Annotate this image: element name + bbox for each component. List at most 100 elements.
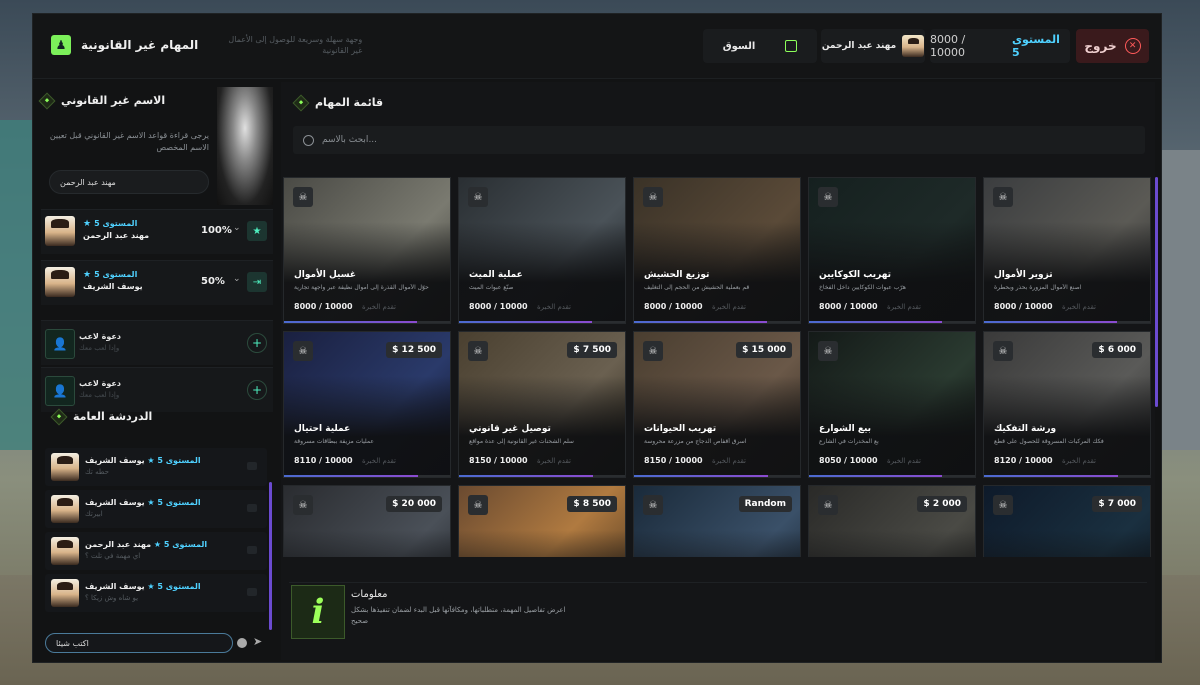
mission-shade [984,529,1150,557]
star-icon: ★ [147,498,155,507]
missions-title-text: قائمة المهام [315,96,384,109]
mission-card[interactable]: ☠ $ 7 500 توصيل غير قانوني سلّم الشحنات غير… [458,331,626,478]
info-icon: i [291,585,345,639]
member-row: ★ المستوى 5 يوسف الشريف 50% ⌄ ⇥ [41,260,273,305]
mission-card[interactable]: ☠ $ 15 000 تهريب الحيوانات اسرق أقفاص الدجا… [633,331,801,478]
illegal-name-input[interactable]: مهند عبد الرحمن [49,170,209,194]
mission-card[interactable]: ☠ تهريب الكوكايين هرّب عبوات الكوكايين داخ… [808,177,976,324]
mission-description: حوّل الأموال القذرة إلى أموال نظيفة عبر … [294,284,429,291]
skull-icon: ☠ [818,495,838,515]
skull-icon: ☠ [993,187,1013,207]
chat-level: المستوى 5 [157,582,201,591]
skull-icon: ☠ [643,495,663,515]
mission-card[interactable]: ☠ توزيع الحشيش قم بعملية الحشيش من الحجم إ… [633,177,801,324]
mission-card[interactable]: ☠ $ 20 000 [283,485,451,557]
user-plus-icon: 👤 [45,376,75,406]
mission-description: فكك المركبات المسروقة للحصول على قطع [994,438,1104,445]
chevron-down-icon[interactable]: ⌄ [233,223,241,233]
brand: ♟ المهام غير القانونية وجهة سهلة وسريعة … [51,34,362,56]
mission-xp: 8000 / 10000 [294,302,353,311]
chat-menu-icon[interactable] [247,546,257,554]
mission-xp-label: تقدم الخبرة [362,303,396,311]
godfather-portrait [217,87,273,205]
mission-progress-fill [809,475,942,477]
mission-xp: 8000 / 10000 [469,302,528,311]
exit-label: خروج [1084,39,1117,53]
exit-button[interactable]: ✕ خروج [1076,29,1149,63]
mission-card[interactable]: ☠ تزوير الأموال اصنع الأموال المزورة بحذر … [983,177,1151,324]
mission-progress-bar [984,321,1150,323]
mission-xp: 8000 / 10000 [644,302,703,311]
illegal-name-title: الاسم غير القانوني [38,92,206,109]
chat-menu-icon[interactable] [247,462,257,470]
mission-card[interactable]: ☠ عملية الميث صنّع عبوات الميث 8000 / 10000… [458,177,626,324]
chat-message: المستوى 5 ★ يوسف الشريف يو شاه وش زيكا ؟ [45,574,267,612]
chat-menu-icon[interactable] [247,588,257,596]
kick-member-button[interactable]: ⇥ [247,272,267,292]
mission-price: $ 7 500 [567,342,617,358]
background-right [1160,150,1200,450]
mission-price: $ 7 000 [1092,496,1142,512]
mission-xp-label: تقدم الخبرة [1062,303,1096,311]
mission-card[interactable]: ☠ $ 8 500 [458,485,626,557]
mission-progress-bar [809,475,975,477]
mission-card[interactable]: ☠ Random [633,485,801,557]
app-window: ♟ المهام غير القانونية وجهة سهلة وسريعة … [32,13,1162,663]
mission-card[interactable]: ☠ بيع الشوارع بع المخدرات في الشارع 8050 / … [808,331,976,478]
mission-title: عملية احتيال [294,424,351,434]
chat-scrollbar[interactable] [269,482,272,630]
mission-title: ورشة التفكيك [994,424,1057,434]
chat-message: المستوى 5 ★ مهند عبد الرحمن اي مهمة في ت… [45,532,267,570]
skull-icon: ☠ [993,495,1013,515]
invite-add-button[interactable]: + [247,333,267,353]
search-input[interactable]: ابحث بالاسم... [322,135,377,145]
user-profile[interactable]: مهند عبد الرحمن [821,29,925,63]
mission-shade [459,529,625,557]
mission-card[interactable]: ☠ $ 7 000 [983,485,1151,557]
mission-progress-bar [809,321,975,323]
star-icon: ★ [83,219,92,229]
mission-description: بع المخدرات في الشارع [819,438,879,445]
skull-icon: ☠ [468,495,488,515]
mission-title: توزيع الحشيش [644,270,710,280]
chat-level: المستوى 5 [163,540,208,549]
mission-xp: 8110 / 10000 [294,456,353,465]
missions-scrollbar[interactable] [1155,177,1158,407]
mission-progress-bar [634,321,800,323]
leader-star-button[interactable]: ★ [247,221,267,241]
illegal-name-title-text: الاسم غير القانوني [61,94,166,107]
search-bar[interactable]: ابحث بالاسم... [293,126,1145,154]
invite-add-button[interactable]: + [247,380,267,400]
mission-xp-label: تقدم الخبرة [887,303,921,311]
chat-message: المستوى 5 ★ يوسف الشريف حطه تك [45,448,267,486]
mission-title: تهريب الكوكايين [819,270,892,280]
skull-icon: ☠ [293,187,313,207]
chat-input[interactable]: اكتب شيئا [45,633,233,653]
mission-card[interactable]: ☠ $ 6 000 ورشة التفكيك فكك المركبات المسروق… [983,331,1151,478]
invite-title: دعوة لاعب [79,379,121,388]
mission-card[interactable]: ☠ $ 2 000 [808,485,976,557]
mission-card[interactable]: ☠ غسيل الأموال حوّل الأموال القذرة إلى أمو… [283,177,451,324]
send-icon[interactable]: ➤ [253,635,262,648]
chat-message: المستوى 5 ★ يوسف الشريف ابيرتك [45,490,267,528]
mission-progress-fill [634,475,769,477]
mission-description: هرّب عبوات الكوكايين داخل الفخاخ [819,284,906,291]
mission-progress-fill [459,321,592,323]
market-button[interactable]: السوق [703,29,817,63]
skull-icon: ☠ [818,187,838,207]
avatar [51,537,79,565]
market-label: السوق [722,40,756,52]
chat-menu-icon[interactable] [247,504,257,512]
search-icon [303,134,314,146]
avatar [51,453,79,481]
mission-xp-label: تقدم الخبرة [712,303,746,311]
mission-shade [634,529,800,557]
mission-description: اسرق أقفاص الدجاج من مزرعة محروسة [644,438,747,445]
chevron-down-icon[interactable]: ⌄ [233,274,241,284]
mission-progress-fill [984,475,1119,477]
mission-title: تزوير الأموال [994,270,1053,280]
emoji-icon[interactable] [237,638,247,648]
member-percent: 50% [201,276,225,287]
mission-card[interactable]: ☠ $ 12 500 عملية احتيال عمليات مزيفة ببطاقا… [283,331,451,478]
mission-description: عمليات مزيفة ببطاقات مسروقة [294,438,374,445]
